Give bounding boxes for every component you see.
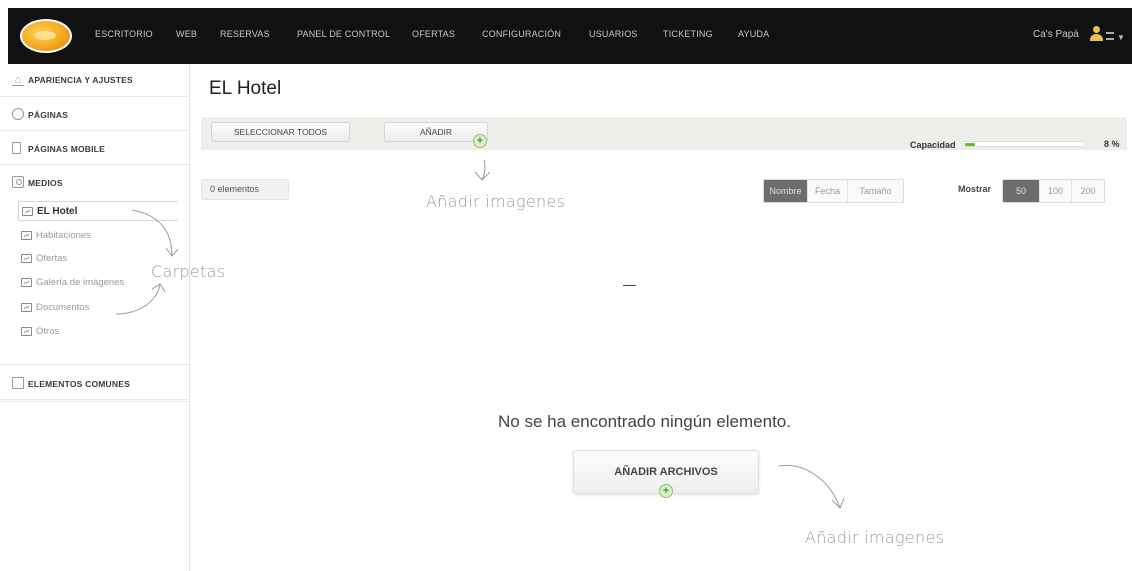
arrow-add-images-top <box>474 159 491 181</box>
arrow-folders-bottom <box>115 283 166 315</box>
arrow-folders-top <box>131 209 179 257</box>
annotation-arrows <box>115 159 845 509</box>
arrow-add-images-bottom <box>778 464 845 509</box>
